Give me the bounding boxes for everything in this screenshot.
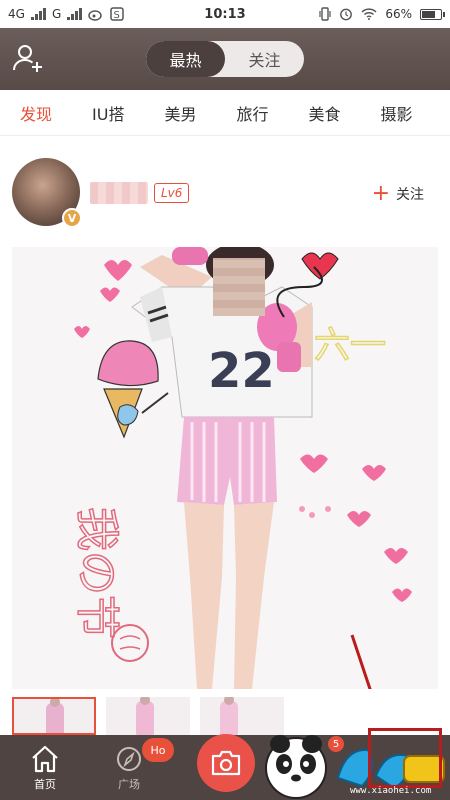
verified-badge: V — [62, 208, 82, 228]
signal-icon — [30, 8, 46, 20]
status-time: 10:13 — [204, 6, 246, 22]
thumbnail-1[interactable] — [12, 697, 96, 735]
segment-following[interactable]: 关注 — [225, 41, 304, 77]
tab-discover[interactable]: 发现 — [0, 101, 52, 125]
status-bar: 4G G S 10:13 66% — [0, 0, 450, 28]
follow-label: 关注 — [396, 187, 424, 203]
post-photo[interactable]: 22 我の节 六一 — [12, 247, 438, 689]
square-badge: Ho — [142, 738, 174, 762]
nav-square-label: 广场 — [118, 778, 140, 791]
app-header: 最热 关注 — [0, 28, 450, 90]
feed-toggle: 最热 关注 — [146, 41, 304, 77]
app-s-icon: S — [110, 7, 124, 21]
segment-hottest[interactable]: 最热 — [146, 41, 225, 77]
status-right: 66% — [272, 7, 445, 21]
tab-food[interactable]: 美食 — [288, 101, 340, 125]
add-user-icon[interactable] — [12, 42, 44, 74]
battery-percent: 66% — [385, 7, 412, 21]
level-badge: Lv6 — [154, 183, 190, 203]
shirt-number: 22 — [208, 343, 275, 399]
username-blurred[interactable] — [90, 182, 148, 204]
thumbnail-2[interactable] — [106, 697, 190, 735]
thumbnail-strip — [12, 697, 284, 735]
compass-icon — [117, 747, 141, 771]
face-blur — [213, 258, 265, 316]
tab-photography[interactable]: 摄影 — [361, 101, 413, 125]
camera-icon — [211, 750, 241, 776]
wifi-icon — [361, 8, 377, 20]
signal-icon-2 — [67, 8, 83, 20]
network-type-1: 4G — [8, 7, 25, 21]
nav-home[interactable]: 首页 — [15, 745, 75, 792]
tab-handsome[interactable]: 美男 — [144, 101, 196, 125]
tab-travel[interactable]: 旅行 — [216, 101, 268, 125]
watermark-url: www.xiaohei.com — [350, 786, 432, 796]
photo-handwriting: 我の节 — [71, 507, 122, 639]
network-type-2: G — [51, 7, 62, 21]
photo-handwriting-right: 六一 — [314, 325, 386, 366]
plus-icon: + — [371, 181, 390, 206]
weibo-icon — [88, 10, 102, 21]
alarm-icon — [340, 8, 353, 21]
category-tabs: 发现 IU搭 美男 旅行 美食 摄影 — [0, 90, 450, 136]
vibrate-icon — [319, 7, 331, 21]
tab-outfit[interactable]: IU搭 — [72, 101, 124, 125]
battery-fill — [422, 10, 436, 18]
svg-text:S: S — [114, 10, 120, 21]
home-icon — [32, 745, 58, 773]
follow-button[interactable]: + 关注 — [371, 181, 424, 206]
camera-button[interactable] — [197, 734, 255, 792]
status-left: 4G G S — [8, 7, 178, 21]
battery-icon — [420, 8, 445, 20]
highlight-box — [368, 728, 442, 788]
nav-home-label: 首页 — [34, 778, 56, 791]
